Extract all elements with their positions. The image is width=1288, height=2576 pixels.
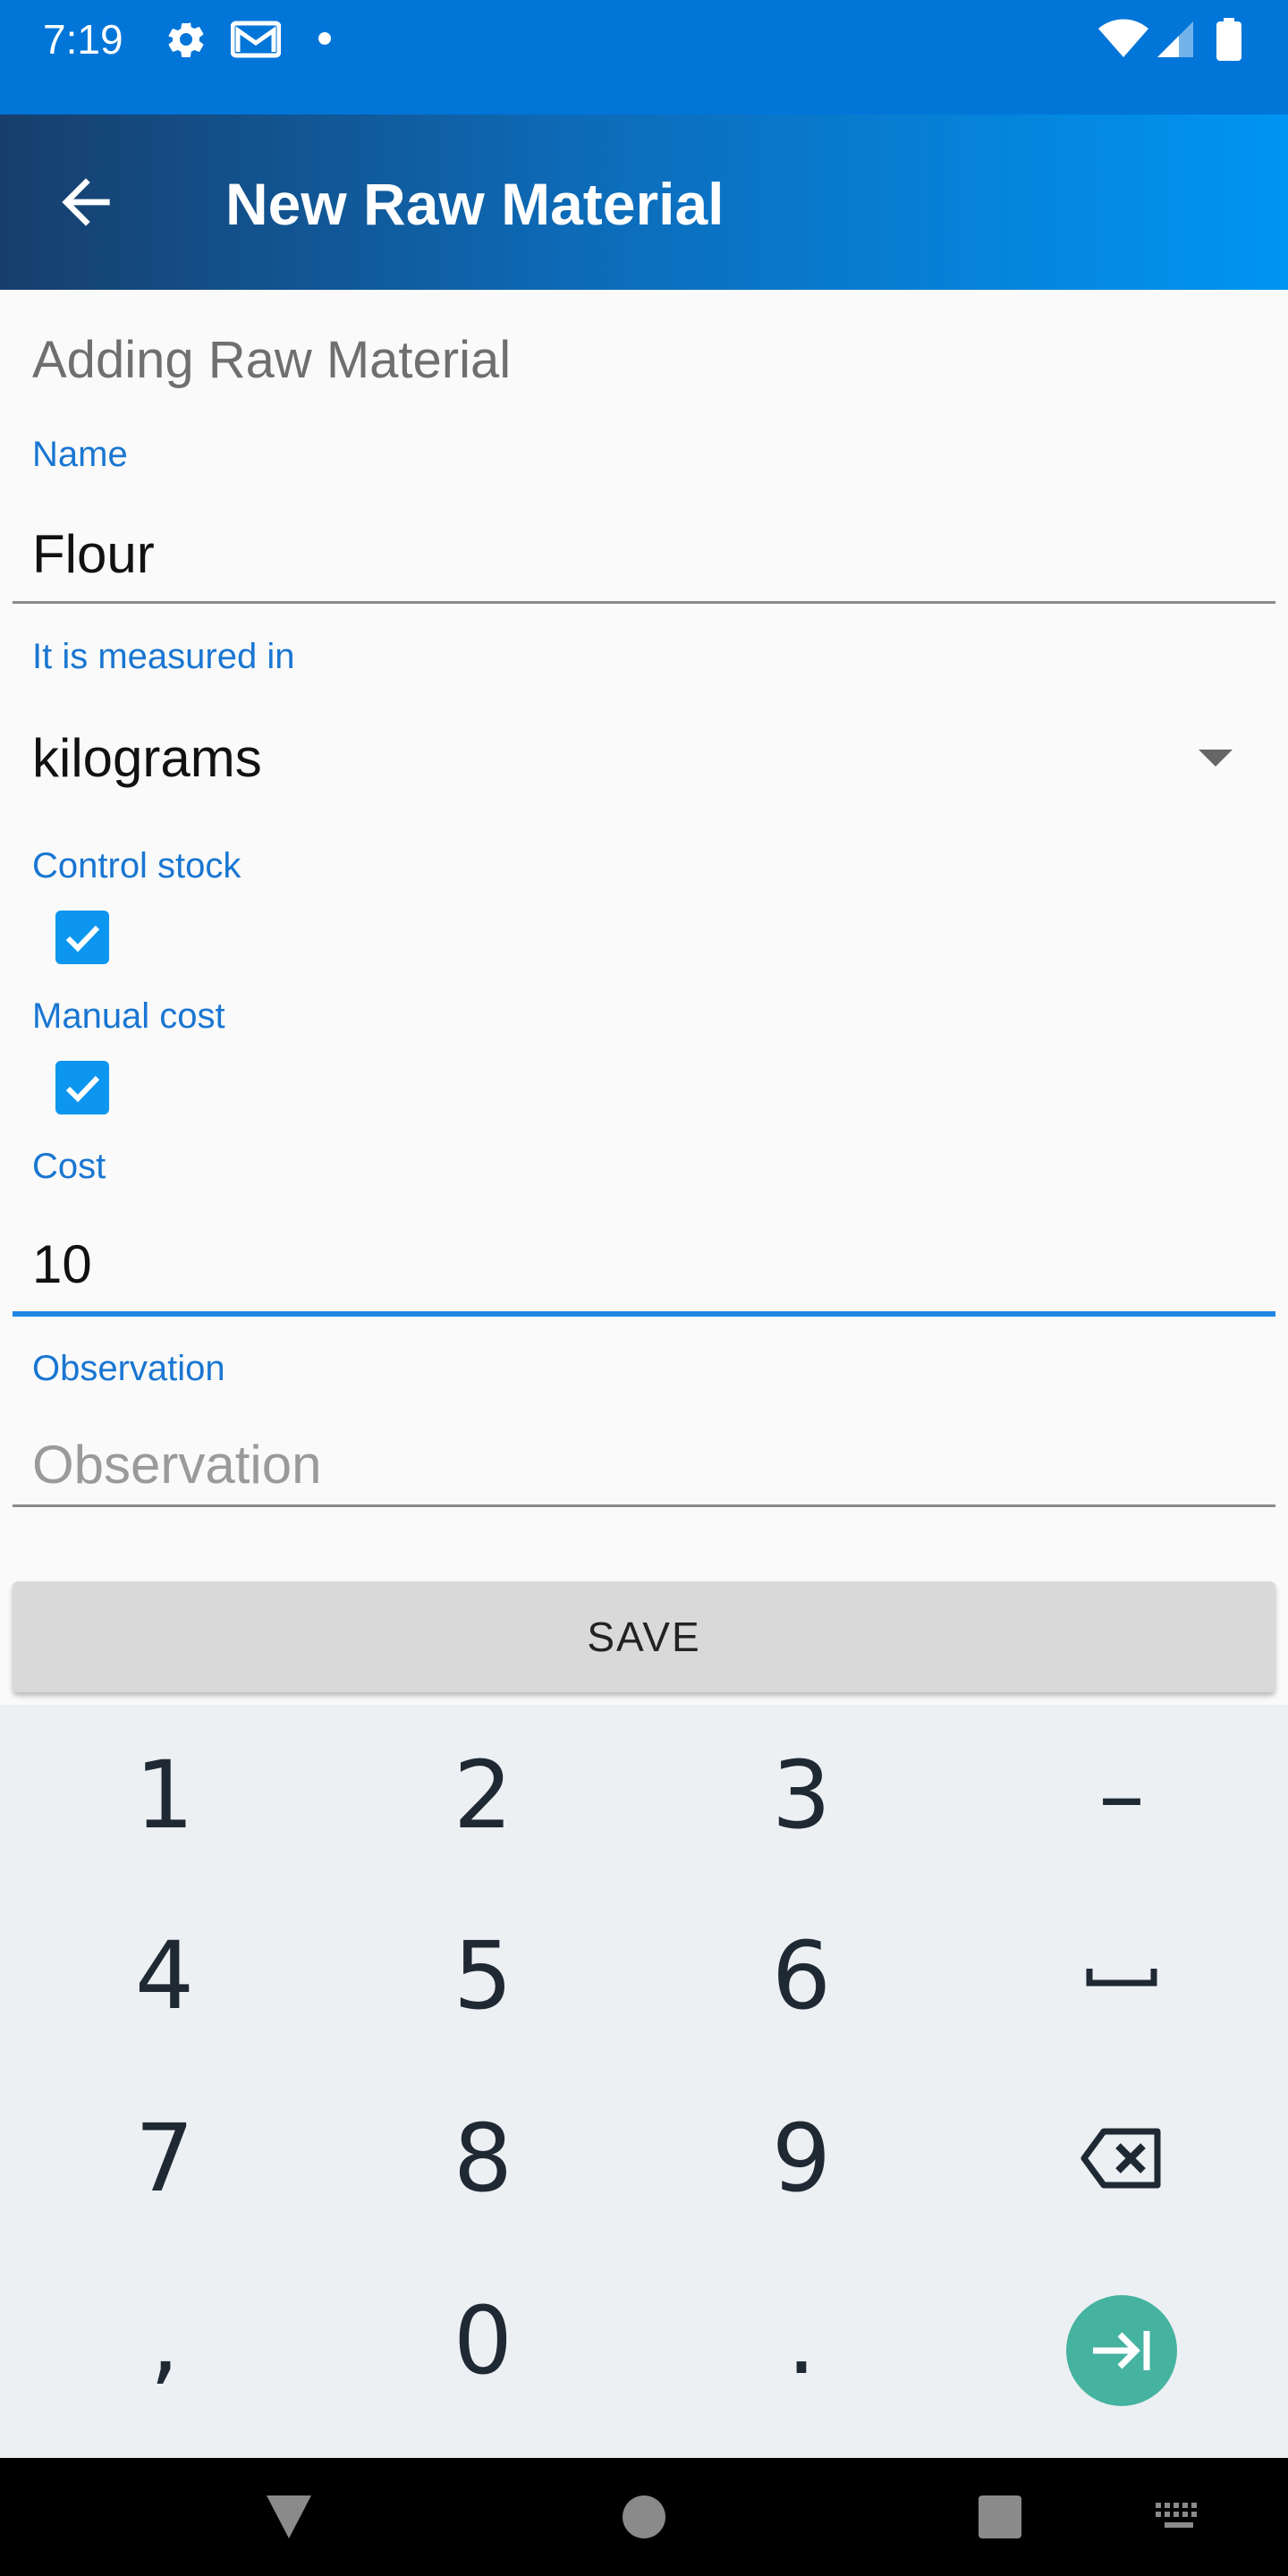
chevron-down-icon[interactable] xyxy=(1199,750,1233,767)
status-time: 7:19 xyxy=(43,16,123,63)
navigation-bar xyxy=(0,2458,1288,2576)
backspace-icon xyxy=(1080,2128,1161,2189)
observation-label: Observation xyxy=(32,1349,225,1388)
key-backspace[interactable] xyxy=(961,2068,1283,2249)
key-4[interactable]: 4 xyxy=(4,1885,326,2066)
key-6[interactable]: 6 xyxy=(640,1885,962,2066)
space-bar-icon xyxy=(1086,1969,1157,1987)
back-triangle-icon[interactable] xyxy=(263,2492,315,2542)
unit-select[interactable]: kilograms xyxy=(32,726,262,791)
key-7[interactable]: 7 xyxy=(4,2068,326,2249)
gear-icon xyxy=(168,21,204,57)
key-3[interactable]: 3 xyxy=(640,1705,962,1885)
name-underline xyxy=(13,601,1275,604)
key-5[interactable]: 5 xyxy=(322,1885,644,2066)
name-input[interactable]: Flour xyxy=(32,522,155,587)
arrow-left-icon xyxy=(62,178,110,226)
control-stock-checkbox[interactable] xyxy=(55,911,109,964)
battery-icon xyxy=(1216,18,1241,61)
recents-square-icon[interactable] xyxy=(977,2494,1023,2540)
tab-next-icon xyxy=(1093,2331,1150,2370)
keyboard-switch-icon[interactable] xyxy=(1154,2501,1204,2533)
key-9[interactable]: 9 xyxy=(640,2068,962,2249)
key-2[interactable]: 2 xyxy=(322,1705,644,1885)
numeric-keyboard: 1 2 3 – 4 5 6 7 8 9 , 0 . xyxy=(0,1705,1288,2458)
key-0[interactable]: 0 xyxy=(322,2250,644,2431)
dot-icon xyxy=(318,32,331,45)
app-bar: New Raw Material xyxy=(0,114,1288,290)
page-title: New Raw Material xyxy=(225,171,724,237)
key-8[interactable]: 8 xyxy=(322,2068,644,2249)
cost-input[interactable]: 10 xyxy=(32,1233,92,1297)
next-key[interactable] xyxy=(1066,2295,1177,2406)
control-stock-label: Control stock xyxy=(32,846,242,886)
section-title: Adding Raw Material xyxy=(32,331,512,389)
key-period[interactable]: . xyxy=(640,2250,962,2431)
cost-underline-active xyxy=(13,1311,1275,1317)
gmail-icon xyxy=(231,21,281,58)
observation-underline xyxy=(13,1504,1275,1507)
status-bar: 7:19 xyxy=(0,0,1288,114)
save-button[interactable]: SAVE xyxy=(13,1581,1275,1692)
manual-cost-checkbox[interactable] xyxy=(55,1061,109,1114)
checkmark-icon xyxy=(65,925,100,953)
back-button[interactable] xyxy=(50,166,122,238)
screen: 7:19 New Raw Material Adding Raw Materia… xyxy=(0,0,1288,2576)
manual-cost-label: Manual cost xyxy=(32,996,225,1036)
home-circle-icon[interactable] xyxy=(621,2494,667,2540)
cost-label: Cost xyxy=(32,1147,106,1186)
checkmark-icon xyxy=(65,1075,100,1103)
key-comma[interactable]: , xyxy=(4,2250,326,2431)
key-1[interactable]: 1 xyxy=(4,1705,326,1885)
observation-input[interactable]: Observation xyxy=(32,1433,322,1497)
unit-label: It is measured in xyxy=(32,637,295,676)
name-label: Name xyxy=(32,435,128,474)
key-space[interactable] xyxy=(961,1885,1283,2066)
wifi-icon xyxy=(1098,19,1148,57)
key-minus[interactable]: – xyxy=(961,1705,1283,1885)
signal-icon xyxy=(1157,21,1193,57)
